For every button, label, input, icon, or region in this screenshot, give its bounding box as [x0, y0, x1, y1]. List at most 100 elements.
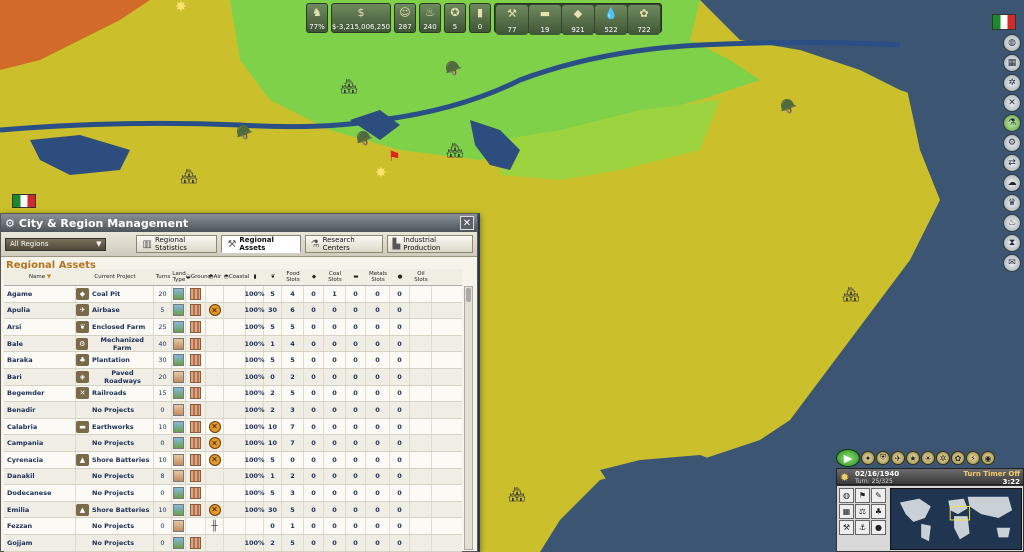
- current-project[interactable]: ♣ Plantation: [76, 352, 154, 368]
- ground[interactable]: [186, 352, 206, 368]
- shield-icon[interactable]: ⛨: [876, 451, 890, 465]
- table-row[interactable]: Calabria ▬ Earthworks 10 ✕ 100% 10 7 0 0 …: [4, 418, 462, 436]
- ground[interactable]: [186, 418, 206, 435]
- star-icon[interactable]: ★: [906, 451, 920, 465]
- coastal[interactable]: [224, 385, 246, 402]
- italy-flag-icon[interactable]: [992, 14, 1016, 30]
- current-project[interactable]: ◈ Paved Roadways: [76, 369, 154, 385]
- col-land[interactable]: Land Type: [172, 271, 186, 283]
- region-select[interactable]: All Regions ▼: [5, 237, 107, 251]
- city-icon[interactable]: 🏘: [842, 288, 860, 302]
- region-name[interactable]: Agame: [4, 286, 76, 302]
- sun-icon[interactable]: ☀: [921, 451, 935, 465]
- coastal[interactable]: [224, 435, 246, 451]
- wheel-icon[interactable]: ✲: [936, 451, 950, 465]
- drop-icon[interactable]: ●: [871, 520, 886, 535]
- col-metals[interactable]: ●: [390, 274, 410, 280]
- map-view-icon[interactable]: ▦: [1003, 54, 1021, 72]
- current-project[interactable]: ✈ Airbase: [76, 302, 154, 319]
- table-row[interactable]: Fezzan No Projects 0 ╫ 0 1 0 0 0 0 0: [4, 518, 462, 535]
- minimap[interactable]: [890, 488, 1022, 550]
- balance-icon[interactable]: ⚖: [855, 504, 870, 519]
- region-name[interactable]: Benadir: [4, 402, 76, 418]
- ground[interactable]: [186, 302, 206, 319]
- morale-resource[interactable]: ♞ 77%: [306, 3, 328, 33]
- coastal[interactable]: [224, 286, 246, 302]
- region-name[interactable]: Dodecanese: [4, 485, 76, 501]
- eagle-icon[interactable]: ✦: [861, 451, 875, 465]
- air[interactable]: [206, 368, 224, 385]
- city-icon[interactable]: 🏘: [508, 488, 526, 502]
- coastal[interactable]: [224, 402, 246, 418]
- col-coal[interactable]: ▬: [346, 274, 366, 280]
- air[interactable]: [206, 485, 224, 501]
- chat-icon[interactable]: ✉: [1003, 254, 1021, 272]
- air[interactable]: [206, 319, 224, 335]
- coastal[interactable]: [224, 302, 246, 319]
- fire-icon[interactable]: ♨: [1003, 214, 1021, 232]
- col-food-slots[interactable]: Food Slots: [282, 271, 304, 283]
- air[interactable]: [206, 385, 224, 402]
- col-food[interactable]: ◆: [304, 274, 324, 280]
- coal-resource[interactable]: ◆ 921: [562, 5, 594, 35]
- current-project[interactable]: ▬ Earthworks: [76, 418, 154, 435]
- air[interactable]: [206, 402, 224, 418]
- col-coal-slots[interactable]: Coal Slots: [324, 271, 346, 283]
- ground[interactable]: [186, 319, 206, 335]
- table-row[interactable]: Bari ◈ Paved Roadways 20 100% 0 2 0 0 0 0…: [4, 369, 462, 386]
- ground[interactable]: [186, 435, 206, 451]
- table-row[interactable]: Agame ◆ Coal Pit 20 100% 5 4 0 1 0 0 0: [4, 286, 462, 303]
- pencil-icon[interactable]: ✎: [871, 488, 886, 503]
- current-project[interactable]: No Projects: [76, 468, 154, 485]
- region-name[interactable]: Fezzan: [4, 518, 76, 534]
- coin-icon[interactable]: ◉: [981, 451, 995, 465]
- region-name[interactable]: Bari: [4, 368, 76, 385]
- col-metals-slots[interactable]: Metals Slots: [366, 271, 390, 283]
- col-turns[interactable]: Turns: [154, 274, 172, 280]
- coastal[interactable]: [224, 501, 246, 518]
- coastal[interactable]: [224, 418, 246, 435]
- globe-icon[interactable]: ◍: [1003, 34, 1021, 52]
- air[interactable]: ✕: [206, 451, 224, 468]
- ground[interactable]: [186, 451, 206, 468]
- tab-industrial-production[interactable]: ▙ Industrial Production: [386, 235, 473, 253]
- wheat-resource[interactable]: ✿ 722: [628, 5, 660, 35]
- col-population[interactable]: ❦: [264, 274, 282, 280]
- table-row[interactable]: Apulia ✈ Airbase 5 ✕ 100% 30 6 0 0 0 0 0: [4, 302, 462, 320]
- region-name[interactable]: Baraka: [4, 352, 76, 368]
- coastal[interactable]: [224, 518, 246, 534]
- tab-research-centers[interactable]: ⚗ Research Centers: [304, 235, 383, 253]
- crown-icon[interactable]: ♛: [1003, 194, 1021, 212]
- coastal[interactable]: [224, 319, 246, 335]
- air[interactable]: [206, 468, 224, 485]
- coastal[interactable]: [224, 368, 246, 385]
- region-name[interactable]: Apulia: [4, 302, 76, 319]
- city-icon[interactable]: 🏘: [340, 80, 358, 94]
- air[interactable]: [206, 335, 224, 352]
- air[interactable]: [206, 352, 224, 368]
- air[interactable]: ✕: [206, 418, 224, 435]
- region-name[interactable]: Emilia: [4, 501, 76, 518]
- air[interactable]: ╫: [206, 518, 224, 534]
- flag-icon[interactable]: ⚑: [855, 488, 870, 503]
- table-row[interactable]: Campania No Projects 0 ✕ 100% 10 7 0 0 0…: [4, 435, 462, 452]
- hourglass-icon[interactable]: ⧗: [1003, 234, 1021, 252]
- plane-icon[interactable]: ✈: [891, 451, 905, 465]
- city-icon[interactable]: 🏘: [446, 144, 464, 158]
- table-row[interactable]: Emilia ▲ Shore Batteries 10 ✕ 100% 30 5 0…: [4, 501, 462, 519]
- col-efficiency[interactable]: ▮: [246, 274, 264, 280]
- ground[interactable]: [186, 485, 206, 501]
- current-project[interactable]: No Projects: [76, 534, 154, 551]
- ground[interactable]: [186, 335, 206, 352]
- current-project[interactable]: ◆ Coal Pit: [76, 286, 154, 302]
- current-project[interactable]: ❦ Enclosed Farm: [76, 319, 154, 335]
- region-name[interactable]: Cyrenacia: [4, 451, 76, 468]
- air[interactable]: [206, 286, 224, 302]
- coastal[interactable]: [224, 468, 246, 485]
- coastal[interactable]: [224, 451, 246, 468]
- current-project[interactable]: ▲ Shore Batteries: [76, 451, 154, 468]
- region-name[interactable]: Bale: [4, 335, 76, 352]
- anchor-icon[interactable]: ⚓: [855, 520, 870, 535]
- region-name[interactable]: Campania: [4, 435, 76, 451]
- turn-timer-label[interactable]: Turn Timer Off: [963, 470, 1020, 478]
